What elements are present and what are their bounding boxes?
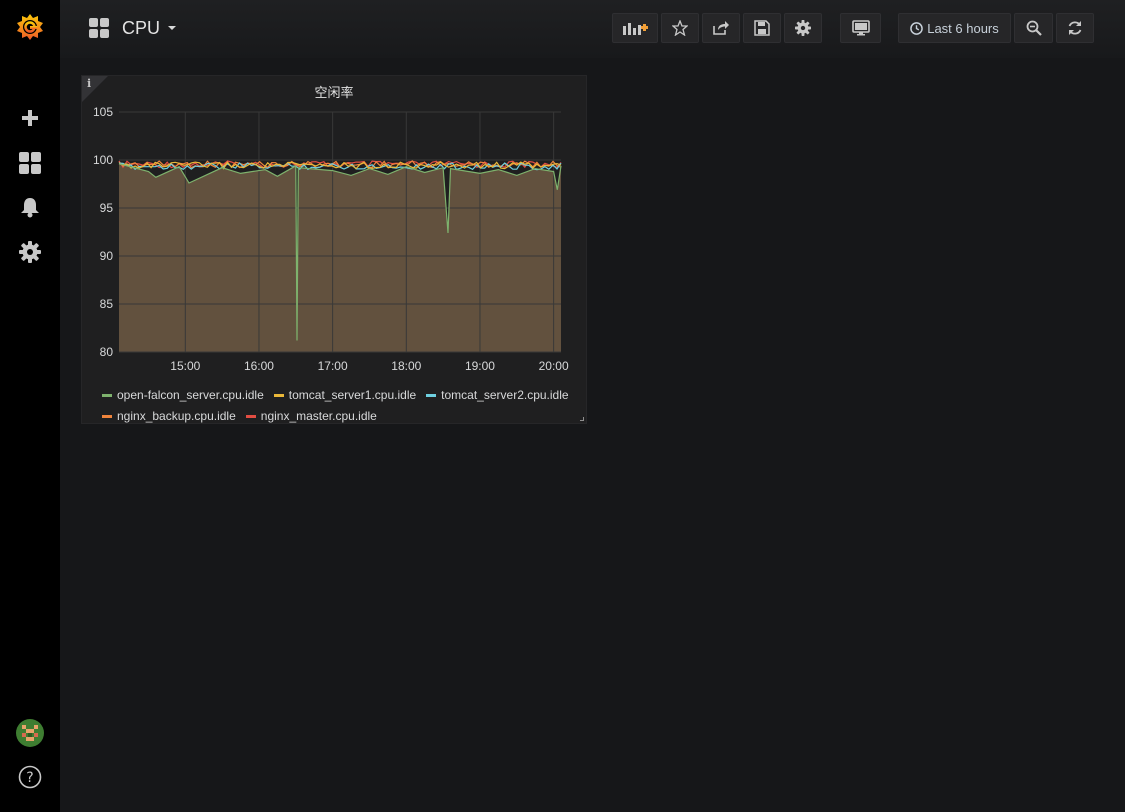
graph-legend: open-falcon_server.cpu.idle tomcat_server… — [102, 384, 582, 426]
dashboard-grid-icon — [89, 18, 109, 38]
dashboard-title: CPU — [122, 17, 161, 38]
dashboard-navbar: CPU Last 6 hours — [60, 0, 1125, 58]
gear-icon — [795, 20, 811, 36]
avatar — [16, 719, 44, 747]
star-icon — [672, 20, 688, 36]
clock-icon — [910, 21, 924, 35]
zoom-out-icon — [1026, 20, 1042, 36]
refresh-icon — [1068, 21, 1082, 35]
dashboard-picker[interactable]: CPU — [88, 15, 177, 41]
chevron-down-icon — [168, 26, 177, 30]
add-panel-button[interactable] — [612, 13, 658, 43]
graph-canvas[interactable]: 80 85 90 95 100 105 15:00 16:00 17:00 18:00 19:00 2… — [82, 76, 586, 376]
legend-label: open-falcon_server.cpu.idle — [117, 388, 264, 402]
share-icon — [713, 21, 729, 35]
profile-avatar[interactable] — [0, 713, 60, 753]
y-tick-label: 80 — [100, 345, 114, 359]
x-tick-label: 15:00 — [170, 359, 200, 373]
legend-label: tomcat_server2.cpu.idle — [441, 388, 569, 402]
refresh-button[interactable] — [1056, 13, 1094, 43]
legend-label: nginx_master.cpu.idle — [260, 409, 377, 423]
alerting-button[interactable] — [0, 187, 60, 227]
x-tick-label: 19:00 — [465, 359, 495, 373]
sidebar: ? — [0, 0, 60, 812]
grid-icon — [19, 152, 41, 174]
legend-item[interactable]: tomcat_server1.cpu.idle — [273, 386, 417, 405]
x-tick-label: 17:00 — [318, 359, 348, 373]
graph-panel[interactable]: i 空闲率 80 85 90 95 100 105 15:00 16:00 17:00 18:00… — [81, 75, 587, 424]
legend-swatch — [102, 394, 112, 397]
share-button[interactable] — [702, 13, 740, 43]
legend-label: nginx_backup.cpu.idle — [117, 409, 236, 423]
legend-label: tomcat_server1.cpu.idle — [288, 388, 417, 402]
monitor-icon — [851, 20, 870, 36]
save-icon — [754, 20, 770, 36]
settings-button[interactable] — [784, 13, 822, 43]
panel-resize-handle[interactable] — [580, 417, 584, 421]
legend-item[interactable]: tomcat_server2.cpu.idle — [426, 386, 569, 405]
tv-mode-button[interactable] — [840, 13, 881, 43]
time-range-label: Last 6 hours — [927, 20, 999, 36]
star-button[interactable] — [661, 13, 699, 43]
add-panel-icon — [623, 23, 648, 35]
legend-swatch — [426, 394, 437, 397]
gear-icon — [19, 241, 41, 263]
create-button[interactable] — [0, 98, 60, 138]
dashboards-button[interactable] — [0, 143, 60, 183]
y-tick-label: 105 — [93, 105, 113, 119]
bell-icon — [21, 198, 39, 218]
question-icon: ? — [18, 765, 42, 789]
zoom-out-button[interactable] — [1014, 13, 1053, 43]
grafana-logo[interactable] — [0, 7, 60, 47]
y-tick-label: 90 — [100, 249, 114, 263]
plus-icon — [22, 110, 38, 126]
y-tick-label: 95 — [100, 201, 114, 215]
time-range-picker[interactable]: Last 6 hours — [898, 13, 1011, 43]
y-tick-label: 100 — [93, 153, 113, 167]
configuration-button[interactable] — [0, 232, 60, 272]
y-tick-label: 85 — [100, 297, 114, 311]
x-tick-label: 16:00 — [244, 359, 274, 373]
legend-item[interactable]: nginx_backup.cpu.idle — [102, 407, 236, 426]
help-button[interactable]: ? — [0, 757, 60, 797]
save-button[interactable] — [743, 13, 781, 43]
grafana-logo-icon — [17, 14, 43, 40]
x-tick-label: 18:00 — [391, 359, 421, 373]
legend-swatch — [102, 415, 112, 418]
legend-item[interactable]: open-falcon_server.cpu.idle — [102, 386, 264, 405]
legend-swatch — [273, 394, 284, 397]
legend-item[interactable]: nginx_master.cpu.idle — [245, 407, 377, 426]
legend-swatch — [245, 415, 256, 418]
svg-text:?: ? — [26, 770, 33, 786]
x-tick-label: 20:00 — [539, 359, 569, 373]
